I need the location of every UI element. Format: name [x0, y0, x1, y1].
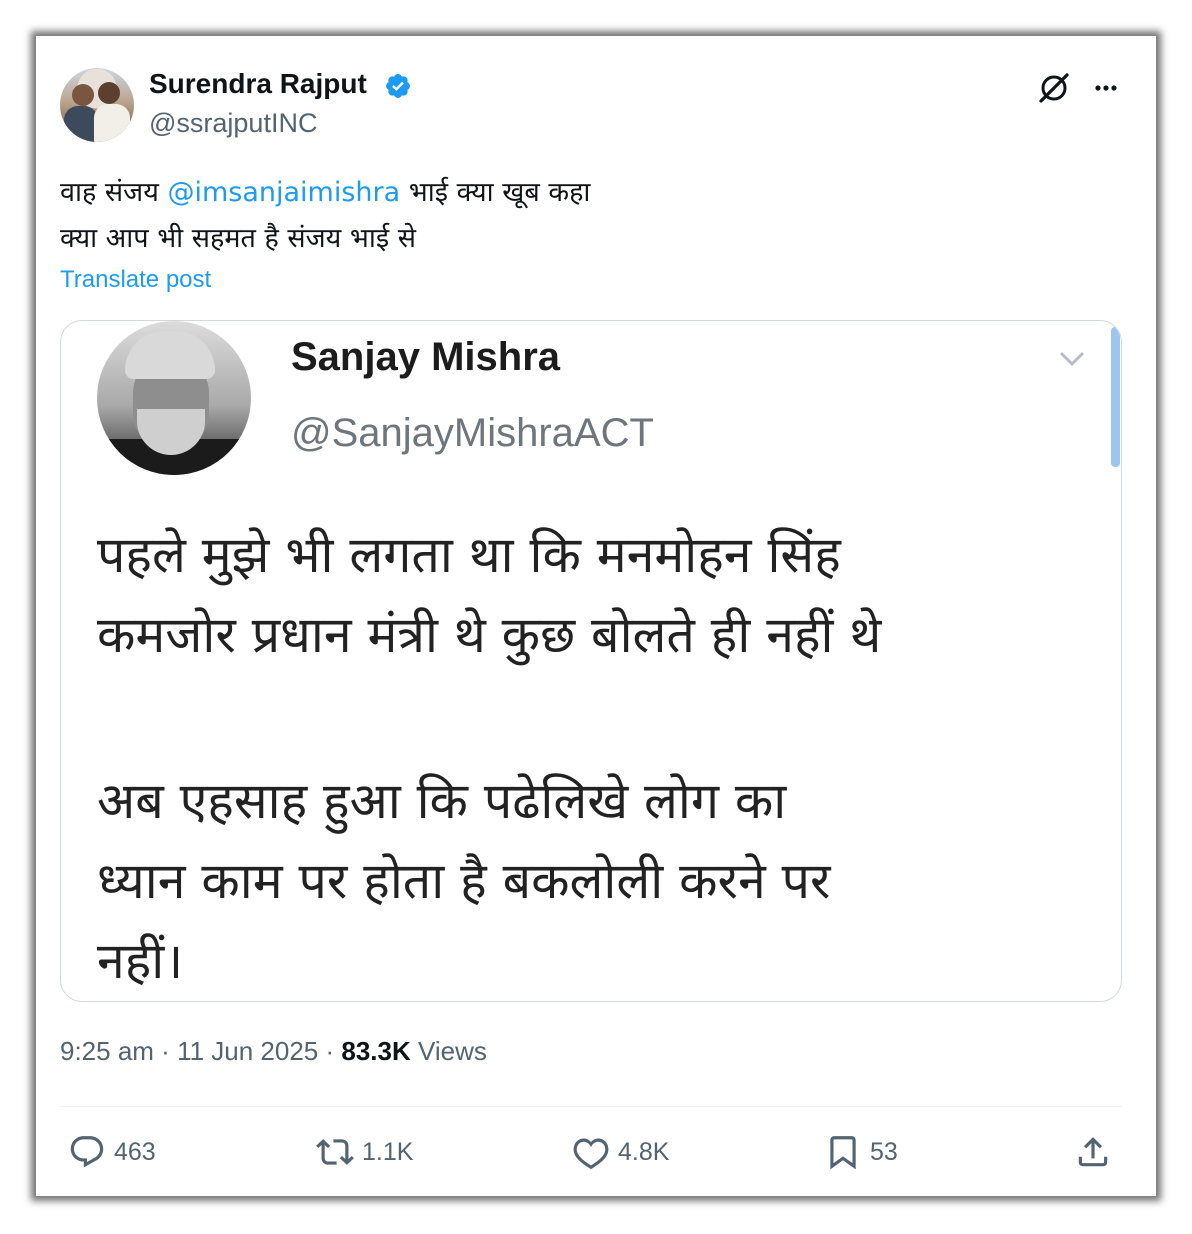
tweet-line-2: क्या आप भी सहमत है संजय भाई से	[60, 223, 416, 254]
bookmark-button[interactable]: 53	[824, 1130, 898, 1174]
author-handle[interactable]: @ssrajputINC	[149, 108, 317, 139]
bookmark-count: 53	[870, 1137, 898, 1166]
quoted-line: कमजोर प्रधान मंत्री थे कुछ बोलते ही नहीं…	[97, 606, 882, 664]
post-meta: 9:25 am · 11 Jun 2025 · 83.3K Views	[60, 1036, 487, 1067]
verified-badge-icon	[386, 74, 410, 98]
translate-post-link[interactable]: Translate post	[60, 266, 211, 294]
meta-separator: ·	[153, 1036, 178, 1066]
reply-icon	[70, 1136, 104, 1168]
like-count: 4.8K	[618, 1137, 670, 1166]
share-button[interactable]	[1074, 1130, 1112, 1174]
quoted-line: नहीं।	[97, 932, 184, 990]
quoted-paragraph-1: पहले मुझे भी लगता था कि मनमोहन सिंह कमजो…	[97, 515, 1097, 675]
quoted-line: ध्यान काम पर होता है बकलोली करने पर	[97, 852, 831, 910]
tweet-text: वाह संजय @imsanjaimishra भाई क्या खूब कह…	[60, 170, 1120, 262]
views-count: 83.3K	[341, 1036, 411, 1066]
quoted-line: पहले मुझे भी लगता था कि मनमोहन सिंह	[97, 526, 841, 584]
quoted-avatar	[97, 321, 251, 475]
grok-icon[interactable]	[1036, 70, 1072, 106]
chevron-down-icon	[1059, 351, 1085, 367]
post-date[interactable]: 11 Jun 2025	[177, 1036, 318, 1066]
divider	[60, 1106, 1122, 1107]
post-time[interactable]: 9:25 am	[60, 1036, 154, 1066]
repost-count: 1.1K	[362, 1137, 414, 1166]
share-icon	[1078, 1137, 1108, 1167]
heart-icon	[573, 1138, 609, 1170]
tweet-image[interactable]: Sanjay Mishra @SanjayMishraACT पहले मुझे…	[60, 320, 1122, 1002]
repost-button[interactable]: 1.1K	[316, 1130, 413, 1174]
like-button[interactable]: 4.8K	[572, 1130, 669, 1174]
meta-separator: ·	[318, 1036, 342, 1066]
reply-count: 463	[114, 1137, 156, 1166]
reply-button[interactable]: 463	[68, 1130, 156, 1174]
tweet-line-1-suffix: भाई क्या खूब कहा	[400, 177, 591, 208]
quoted-name: Sanjay Mishra	[291, 335, 561, 379]
tweet-line-1: वाह संजय @imsanjaimishra भाई क्या खूब कह…	[60, 170, 1120, 216]
retweet-icon	[316, 1139, 354, 1165]
tweet-line-1-prefix: वाह संजय	[60, 177, 168, 208]
quoted-paragraph-2: अब एहसाह हुआ कि पढेलिखे लोग का ध्यान काम…	[97, 761, 1097, 1001]
quoted-handle: @SanjayMishraACT	[291, 411, 654, 455]
quoted-line: अब एहसाह हुआ कि पढेलिखे लोग का	[97, 772, 787, 830]
author-name[interactable]: Surendra Rajput	[149, 68, 367, 100]
views-label: Views	[410, 1036, 487, 1066]
mention-link[interactable]: @imsanjaimishra	[167, 177, 400, 208]
author-avatar[interactable]	[60, 68, 134, 142]
more-icon[interactable]	[1088, 70, 1124, 106]
tweet-card: Surendra Rajput @ssrajputINC वाह संजय @i…	[36, 36, 1156, 1196]
bookmark-icon	[830, 1136, 856, 1170]
scrollbar	[1111, 327, 1120, 467]
